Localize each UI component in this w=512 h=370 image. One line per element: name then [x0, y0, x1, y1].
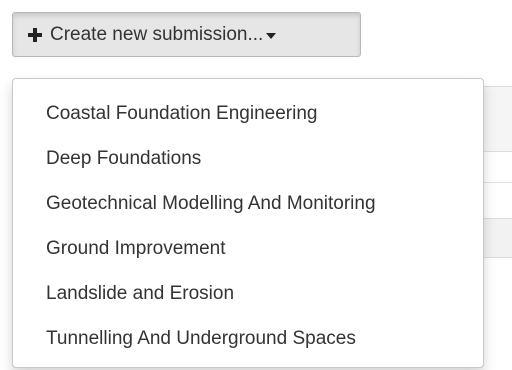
create-submission-button[interactable]: Create new submission...	[12, 12, 361, 57]
menu-item-tunnelling-and-underground-spaces[interactable]: Tunnelling And Underground Spaces	[13, 316, 483, 361]
menu-item-landslide-and-erosion[interactable]: Landslide and Erosion	[13, 271, 483, 316]
menu-item-geotechnical-modelling-and-monitoring[interactable]: Geotechnical Modelling And Monitoring	[13, 181, 483, 226]
menu-item-deep-foundations[interactable]: Deep Foundations	[13, 136, 483, 181]
caret-down-icon	[266, 32, 277, 39]
page: Create new submission... Coastal Foundat…	[0, 0, 512, 370]
plus-icon	[28, 27, 42, 42]
menu-item-coastal-foundation-engineering[interactable]: Coastal Foundation Engineering	[13, 91, 483, 136]
submission-type-menu: Coastal Foundation Engineering Deep Foun…	[12, 78, 484, 368]
menu-item-ground-improvement[interactable]: Ground Improvement	[13, 226, 483, 271]
create-submission-label: Create new submission...	[50, 23, 264, 45]
